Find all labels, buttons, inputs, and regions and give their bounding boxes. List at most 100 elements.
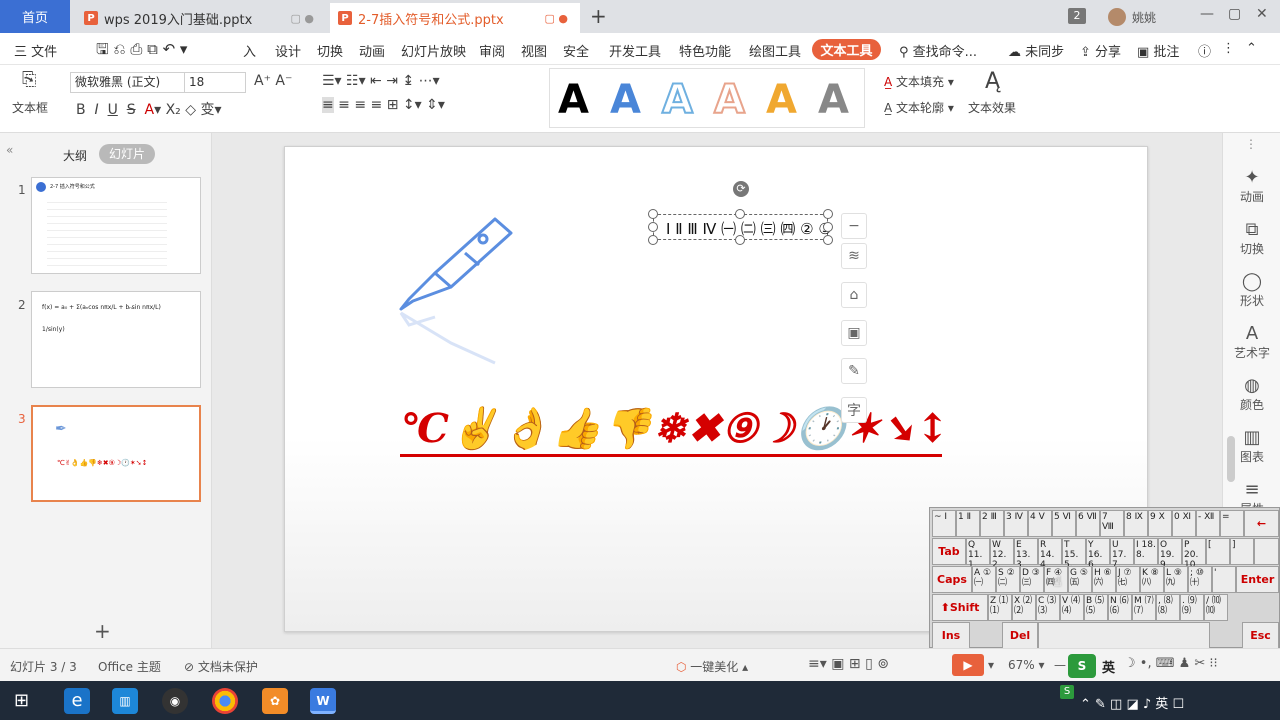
obs-icon[interactable]: ◉ (162, 688, 188, 714)
menu-slideshow[interactable]: 幻灯片放映 (401, 41, 466, 60)
menu-insert[interactable]: 入 (243, 41, 256, 60)
key[interactable]: Y 16. 6. (1086, 538, 1110, 570)
file-menu[interactable]: 三 文件 (14, 41, 57, 60)
store-icon[interactable]: ▥ (112, 688, 138, 714)
close-window-icon[interactable]: ✕ (1256, 6, 1268, 22)
text-effect-label[interactable]: 文本效果 (968, 99, 1016, 116)
resize-handle[interactable] (648, 235, 658, 245)
panel-menu-icon[interactable]: ⋮ (1245, 137, 1257, 151)
key[interactable]: - Ⅻ (1196, 510, 1220, 537)
key[interactable]: 6 Ⅶ (1076, 510, 1100, 537)
resize-handle[interactable] (735, 235, 745, 245)
maximize-icon[interactable]: ▢ (1228, 6, 1241, 22)
key[interactable]: 3 Ⅳ (1004, 510, 1028, 537)
key[interactable]: S ② ㈡ (996, 566, 1020, 593)
doc-tab-1[interactable]: P wps 2019入门基础.pptx ▢ ● (76, 3, 326, 33)
key[interactable]: [ (1206, 538, 1230, 565)
tab-count-badge[interactable]: 2 (1068, 8, 1086, 24)
wps-icon[interactable]: W (310, 688, 336, 714)
menu-animation[interactable]: 动画 (359, 41, 385, 60)
play-options-icon[interactable]: ▾ (988, 658, 994, 672)
text-fill-button[interactable]: A̲ 文本填充 ▾ (884, 73, 954, 90)
key[interactable]: H ⑥ ㈥ (1092, 566, 1116, 593)
menu-transition[interactable]: 切换 (317, 41, 343, 60)
key[interactable]: 9 Ⅹ (1148, 510, 1172, 537)
menu-drawing-tools[interactable]: 绘图工具 (749, 41, 801, 60)
menu-special[interactable]: 特色功能 (679, 41, 731, 60)
key[interactable]: A ① ㈠ (972, 566, 996, 593)
resize-handle[interactable] (648, 209, 658, 219)
doc-tab-2[interactable]: P 2-7插入符号和公式.pptx ▢ ● (330, 3, 580, 33)
key[interactable]: 8 Ⅸ (1124, 510, 1148, 537)
key[interactable]: ; ⑩ ㈩ (1188, 566, 1212, 593)
esc-key[interactable]: Esc (1242, 622, 1279, 649)
ime-logo-icon[interactable]: S (1068, 654, 1096, 678)
text-effect-icon[interactable]: Ą (985, 69, 1000, 94)
key[interactable]: L ⑨ ㈨ (1164, 566, 1188, 593)
theme-name[interactable]: Office 主题 (98, 658, 161, 675)
view-mode-icons[interactable]: ≡▾ ▣ ⊞ ▯ ⊚ (808, 656, 889, 672)
unsaved-dot-icon[interactable]: ▢ ● (545, 12, 569, 25)
add-slide-icon[interactable]: + (94, 619, 111, 643)
search-command[interactable]: ⚲ 查找命令... (899, 41, 977, 60)
key[interactable]: 2 Ⅲ (980, 510, 1004, 537)
resize-handle[interactable] (823, 222, 833, 232)
rp-color[interactable]: ◍ 颜色 (1223, 375, 1280, 413)
key[interactable]: / ⑽ ⑽ (1204, 594, 1228, 621)
chrome-icon[interactable] (212, 688, 238, 714)
key[interactable]: 1 Ⅱ (956, 510, 980, 537)
ins-key[interactable]: Ins (932, 622, 970, 649)
key[interactable]: D ③ ㈢ (1020, 566, 1044, 593)
resize-handle[interactable] (823, 235, 833, 245)
key[interactable]: . ⑼ ⑼ (1180, 594, 1204, 621)
beautify-button[interactable]: ⬡ 一键美化 ▴ (676, 658, 748, 675)
new-tab-plus-icon[interactable]: + (590, 4, 607, 28)
windows-start-icon[interactable]: ⊞ (14, 690, 29, 711)
protect-status[interactable]: ⊘ 文档未保护 (184, 658, 258, 675)
comment-button[interactable]: ▣ 批注 (1137, 41, 1179, 60)
ime-lang[interactable]: 英 (1102, 657, 1115, 676)
font-size-select[interactable]: 18 (184, 72, 246, 93)
art-style-blue-outline[interactable]: A (661, 76, 694, 124)
menu-security[interactable]: 安全 (563, 41, 589, 60)
key[interactable]: Q 11. 1. (966, 538, 990, 570)
key[interactable]: 4 Ⅴ (1028, 510, 1052, 537)
menu-view[interactable]: 视图 (521, 41, 547, 60)
text-outline-button[interactable]: A̲ 文本轮廓 ▾ (884, 99, 954, 116)
key[interactable]: = (1220, 510, 1244, 537)
resize-handle[interactable] (735, 209, 745, 219)
menu-developer[interactable]: 开发工具 (609, 41, 661, 60)
user-name[interactable]: 姚姚 (1132, 9, 1156, 26)
play-slideshow-icon[interactable]: ▶ (952, 654, 984, 676)
collapse-panel-icon[interactable]: « (6, 143, 13, 157)
key[interactable]: 7 Ⅷ (1100, 510, 1124, 537)
key[interactable]: K ⑧ ㈧ (1140, 566, 1164, 593)
float-outline-icon[interactable]: ▣ (841, 320, 867, 346)
shift-key[interactable]: ⬆ Shift (932, 594, 988, 621)
menu-review[interactable]: 审阅 (479, 41, 505, 60)
key[interactable]: B ⑸ ⑸ (1084, 594, 1108, 621)
key[interactable]: W 12. 2. (990, 538, 1014, 570)
avatar[interactable] (1108, 8, 1126, 26)
key[interactable]: Z ⑴ ⑴ (988, 594, 1012, 621)
rotate-handle-icon[interactable]: ⟳ (733, 181, 749, 197)
backspace-key[interactable]: ← (1244, 510, 1279, 537)
float-text-icon[interactable]: 字 (841, 397, 867, 423)
key[interactable]: E 13. 3. (1014, 538, 1038, 570)
collapse-ribbon-icon[interactable]: ⌃ (1246, 41, 1257, 56)
rp-transition[interactable]: ⧉ 切换 (1223, 219, 1280, 257)
key[interactable]: J ⑦ ㈦ (1116, 566, 1140, 593)
rp-wordart[interactable]: A 艺术字 (1223, 323, 1280, 361)
key[interactable]: M ⑺ ⑺ (1132, 594, 1156, 621)
scrollbar[interactable] (1227, 436, 1235, 482)
more-icon[interactable]: ⋮ (1222, 41, 1235, 56)
key[interactable]: T 15. 5. (1062, 538, 1086, 570)
enter-key[interactable]: Enter (1236, 566, 1279, 593)
slide-thumb-1[interactable]: 2-7 插入符号和公式 (31, 177, 201, 274)
key[interactable]: ] (1230, 538, 1254, 565)
float-collapse-icon[interactable]: − (841, 213, 867, 239)
tray-icons[interactable]: ⌃ ✎ ◫ ◪ ♪ 英 ☐ (1080, 693, 1184, 712)
zoom-level[interactable]: 67% ▾ (1008, 658, 1045, 672)
key[interactable]: ' (1212, 566, 1236, 593)
textbox-icon[interactable]: ⎘ (22, 69, 36, 90)
